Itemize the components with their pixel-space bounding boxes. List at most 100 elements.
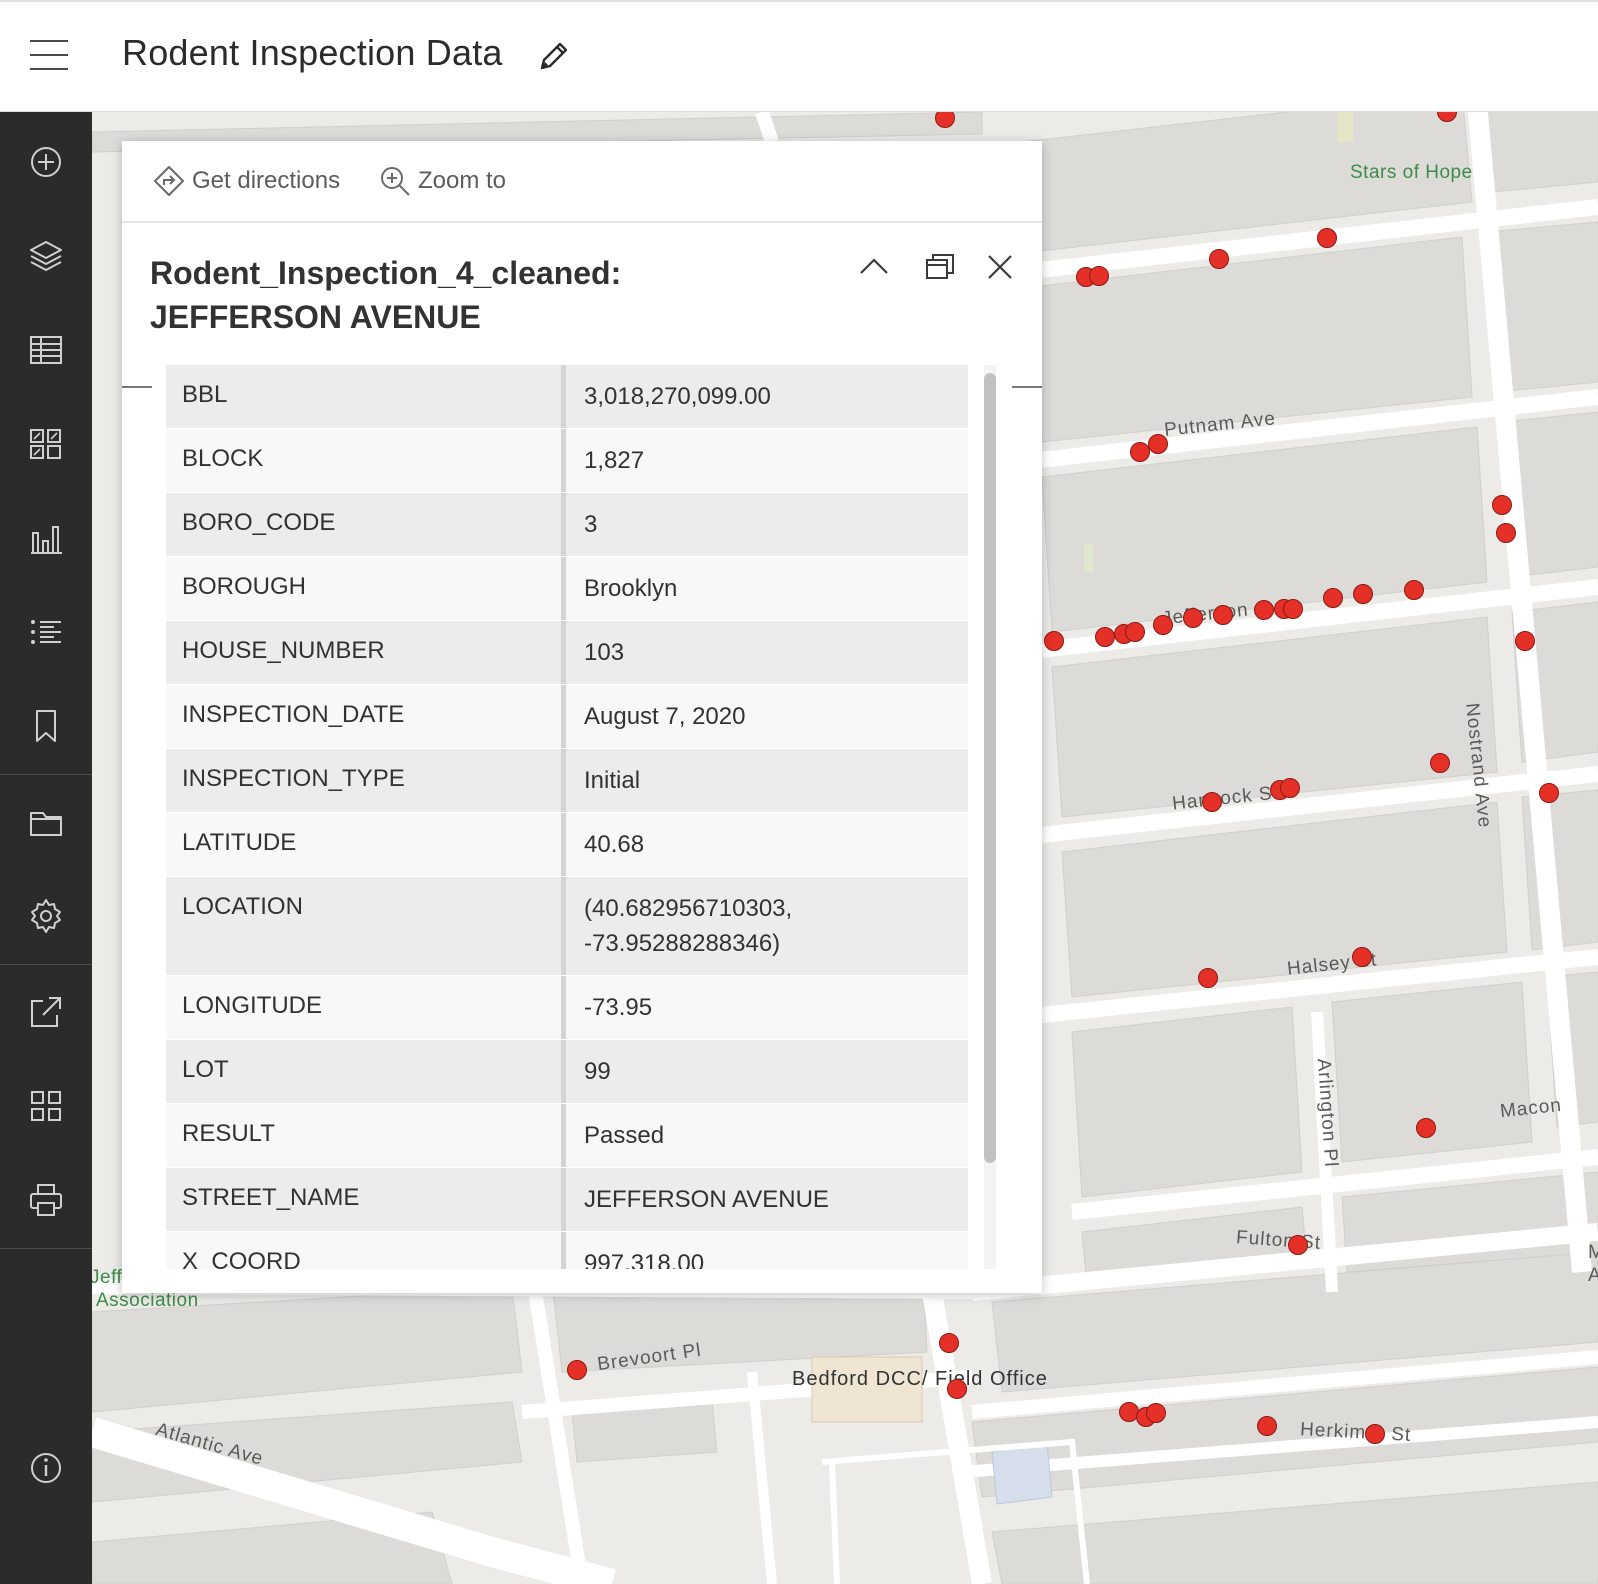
attribute-value: Brooklyn bbox=[584, 575, 678, 602]
attribute-key: RESULT bbox=[166, 1104, 566, 1167]
inspection-point[interactable] bbox=[1119, 1402, 1139, 1422]
inspection-point[interactable] bbox=[1496, 523, 1516, 543]
attribute-value: 1,827 bbox=[584, 447, 645, 474]
inspection-point[interactable] bbox=[1146, 1403, 1166, 1423]
inspection-point[interactable] bbox=[1044, 631, 1064, 651]
popup-scrollbar[interactable] bbox=[984, 365, 996, 1269]
pencil-icon[interactable] bbox=[536, 40, 570, 74]
inspection-point[interactable] bbox=[1416, 1118, 1436, 1138]
list-icon[interactable] bbox=[0, 592, 92, 672]
bookmark-icon[interactable] bbox=[0, 686, 92, 766]
attribute-key: HOUSE_NUMBER bbox=[166, 621, 566, 684]
table-icon[interactable] bbox=[0, 310, 92, 390]
inspection-point[interactable] bbox=[1353, 584, 1373, 604]
inspection-point[interactable] bbox=[1148, 434, 1168, 454]
inspection-point[interactable] bbox=[939, 1333, 959, 1353]
attribute-value: August 7, 2020 bbox=[584, 703, 746, 730]
attribute-row: LOCATION (40.682956710303, -73.9528828834… bbox=[166, 877, 968, 976]
inspection-point[interactable] bbox=[1280, 778, 1300, 798]
attribute-key: BOROUGH bbox=[166, 557, 566, 620]
dock-icon[interactable] bbox=[918, 245, 962, 289]
inspection-point[interactable] bbox=[1198, 968, 1218, 988]
close-icon[interactable] bbox=[978, 245, 1022, 289]
inspection-point[interactable] bbox=[1130, 442, 1150, 462]
attribute-row: BORO_CODE 3 bbox=[166, 493, 968, 557]
inspection-point[interactable] bbox=[1492, 495, 1512, 515]
chart-icon[interactable] bbox=[0, 498, 92, 578]
legend-icon[interactable] bbox=[0, 404, 92, 484]
inspection-point[interactable] bbox=[1404, 580, 1424, 600]
attribute-row: RESULT Passed bbox=[166, 1104, 968, 1168]
inspection-point[interactable] bbox=[935, 112, 955, 128]
inspection-point[interactable] bbox=[1254, 600, 1274, 620]
left-toolbar bbox=[0, 112, 92, 1584]
attribute-value: Initial bbox=[584, 767, 641, 794]
attribute-key: LOCATION bbox=[166, 877, 566, 975]
attribute-value: (40.682956710303, -73.95288288346) bbox=[584, 895, 793, 957]
hamburger-icon[interactable] bbox=[30, 38, 68, 72]
attribute-key: BORO_CODE bbox=[166, 493, 566, 556]
app-header: Rodent Inspection Data bbox=[0, 0, 1598, 112]
attribute-value: 3,018,270,099.00 bbox=[584, 383, 771, 410]
inspection-point[interactable] bbox=[1430, 753, 1450, 773]
attribute-key: BLOCK bbox=[166, 429, 566, 492]
inspection-point[interactable] bbox=[1089, 266, 1109, 286]
feature-popup: Get directions Zoom to Rodent_Inspection… bbox=[122, 141, 1042, 1293]
attribute-value: 997,318.00 bbox=[584, 1250, 705, 1269]
settings-icon[interactable] bbox=[0, 876, 92, 956]
zoom-to-button[interactable]: Zoom to bbox=[378, 161, 506, 201]
attribute-value: -73.95 bbox=[584, 994, 653, 1021]
inspection-point[interactable] bbox=[1323, 588, 1343, 608]
attribute-value: 103 bbox=[584, 639, 625, 666]
attribute-row: STREET_NAME JEFFERSON AVENUE bbox=[166, 1168, 968, 1232]
attribute-row: BBL 3,018,270,099.00 bbox=[166, 365, 968, 429]
popup-scrollbar-thumb[interactable] bbox=[984, 373, 996, 1163]
attribute-row: INSPECTION_TYPE Initial bbox=[166, 749, 968, 813]
inspection-point[interactable] bbox=[1539, 783, 1559, 803]
get-directions-button[interactable]: Get directions bbox=[152, 161, 340, 201]
popup-title: Rodent_Inspection_4_cleaned: JEFFERSON A… bbox=[150, 255, 622, 335]
share-icon[interactable] bbox=[0, 972, 92, 1052]
popup-left-edge-marker bbox=[122, 386, 152, 388]
zoom-in-icon bbox=[381, 167, 410, 196]
attribute-value: 40.68 bbox=[584, 831, 645, 858]
attribute-key: INSPECTION_TYPE bbox=[166, 749, 566, 812]
attribute-value: JEFFERSON AVENUE bbox=[584, 1186, 829, 1213]
layers-icon[interactable] bbox=[0, 216, 92, 296]
inspection-point[interactable] bbox=[1352, 947, 1372, 967]
folder-icon[interactable] bbox=[0, 782, 92, 862]
attribute-row: BOROUGH Brooklyn bbox=[166, 557, 968, 621]
attribute-row: INSPECTION_DATE August 7, 2020 bbox=[166, 685, 968, 749]
attribute-value: Passed bbox=[584, 1122, 665, 1149]
attribute-key: INSPECTION_DATE bbox=[166, 685, 566, 748]
inspection-point[interactable] bbox=[1365, 1424, 1385, 1444]
grid-icon[interactable] bbox=[0, 1066, 92, 1146]
get-directions-label: Get directions bbox=[192, 167, 341, 194]
inspection-point[interactable] bbox=[1202, 792, 1222, 812]
inspection-point[interactable] bbox=[1209, 249, 1229, 269]
inspection-point[interactable] bbox=[1153, 615, 1173, 635]
inspection-point[interactable] bbox=[1213, 605, 1233, 625]
inspection-point[interactable] bbox=[1283, 599, 1303, 619]
inspection-point[interactable] bbox=[567, 1360, 587, 1380]
inspection-point[interactable] bbox=[1515, 631, 1535, 651]
inspection-point[interactable] bbox=[1317, 228, 1337, 248]
inspection-point[interactable] bbox=[1095, 627, 1115, 647]
app-title: Rodent Inspection Data bbox=[122, 32, 503, 73]
attribute-row: BLOCK 1,827 bbox=[166, 429, 968, 493]
inspection-point[interactable] bbox=[1125, 622, 1145, 642]
inspection-point[interactable] bbox=[1257, 1416, 1277, 1436]
collapse-chevron-up-icon[interactable] bbox=[852, 245, 896, 289]
toolbar-divider bbox=[0, 1248, 92, 1249]
info-icon[interactable] bbox=[0, 1428, 92, 1508]
popup-action-bar: Get directions Zoom to bbox=[122, 141, 1042, 223]
attribute-row: X_COORD 997,318.00 bbox=[166, 1232, 968, 1269]
directions-icon bbox=[154, 166, 184, 196]
inspection-point[interactable] bbox=[1183, 608, 1203, 628]
inspection-point[interactable] bbox=[1437, 112, 1457, 122]
print-icon[interactable] bbox=[0, 1160, 92, 1240]
inspection-point[interactable] bbox=[947, 1379, 967, 1399]
add-icon[interactable] bbox=[0, 122, 92, 202]
attribute-value: 99 bbox=[584, 1058, 611, 1085]
inspection-point[interactable] bbox=[1288, 1235, 1308, 1255]
